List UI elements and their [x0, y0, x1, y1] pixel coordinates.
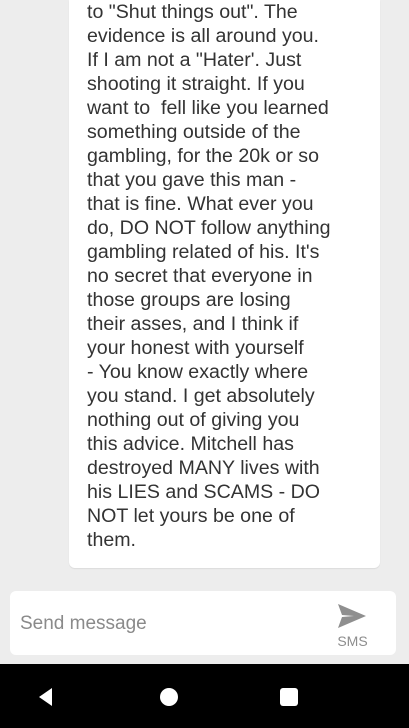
message-line: his LIES and SCAMS - DO	[87, 481, 321, 503]
message-line: destroyed MANY lives with	[87, 457, 320, 479]
message-line: do, DO NOT follow anything	[87, 217, 331, 239]
message-line: shooting it straight. If you	[87, 73, 305, 95]
navigation-bar	[0, 664, 409, 728]
home-button[interactable]	[154, 682, 184, 712]
back-button[interactable]	[31, 682, 61, 712]
message-line: nothing out of giving you	[87, 409, 300, 431]
message-line: - You know exactly where	[87, 361, 309, 383]
conversation-area[interactable]: to "Shut things out". The evidence is al…	[0, 0, 409, 583]
message-line: no secret that everyone in	[87, 265, 313, 287]
send-icon	[338, 604, 366, 628]
message-line: gambling related of his. It's	[87, 241, 320, 263]
message-input[interactable]: Send message	[20, 613, 147, 635]
send-button[interactable]: SMS	[328, 597, 384, 651]
message-line: your honest with yourself	[87, 337, 304, 359]
message-line: those groups are losing	[87, 289, 291, 311]
message-composer[interactable]: Send message SMS	[10, 591, 396, 655]
message-line: that is fine. What ever you	[87, 193, 314, 215]
message-line: them.	[87, 529, 137, 551]
message-line: that you gave this man -	[87, 169, 297, 191]
sms-label: SMS	[337, 633, 368, 649]
message-line: this advice. Mitchell has	[87, 433, 294, 455]
message-line: gambling, for the 20k or so	[87, 145, 319, 167]
message-line: If I am not a "Hater'. Just	[87, 49, 302, 71]
message-line: to "Shut things out". The	[87, 1, 298, 23]
home-icon	[160, 688, 178, 706]
recents-icon	[280, 688, 298, 706]
message-line: something outside of the	[87, 121, 301, 143]
message-line: evidence is all around you.	[87, 25, 320, 47]
message-line: want to fell like you learned	[87, 97, 329, 119]
message-line: their asses, and I think if	[87, 313, 299, 335]
recents-button[interactable]	[274, 682, 304, 712]
message-line: you stand. I get absolutely	[87, 385, 315, 407]
back-icon	[39, 688, 52, 706]
message-line: NOT let yours be one of	[87, 505, 295, 527]
